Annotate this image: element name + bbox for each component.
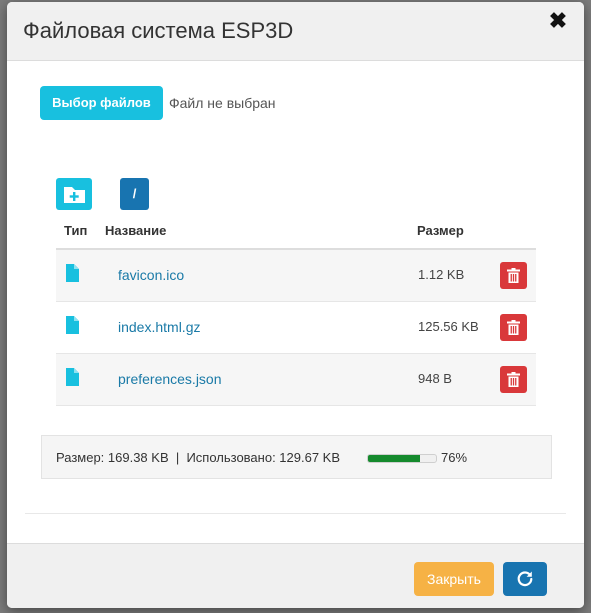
storage-percent: 76% <box>441 450 468 465</box>
divider <box>25 513 566 514</box>
table-row: index.html.gz 125.56 KB <box>56 302 536 354</box>
delete-file-button[interactable] <box>500 262 527 289</box>
filesystem-dialog: Файловая система ESP3D ✖ Выбор файлов Фа… <box>7 2 584 608</box>
table-row: preferences.json 948 B <box>56 354 536 406</box>
file-name-link[interactable]: index.html.gz <box>118 319 200 335</box>
file-size: 1.12 KB <box>418 267 465 282</box>
file-table: favicon.ico 1.12 KB index.html.gz 125.56… <box>56 250 536 406</box>
file-status-text: Файл не выбран <box>169 95 276 111</box>
table-row: favicon.ico 1.12 KB <box>56 250 536 302</box>
file-icon <box>66 316 79 334</box>
dialog-header: Файловая система ESP3D ✖ <box>7 2 584 61</box>
close-icon[interactable]: ✖ <box>548 10 568 32</box>
storage-progress-bar <box>367 454 437 463</box>
file-size: 125.56 KB <box>418 319 479 334</box>
folder-plus-icon <box>64 187 85 203</box>
trash-icon <box>507 372 520 387</box>
file-icon <box>66 368 79 386</box>
dialog-footer: Закрыть <box>7 543 584 608</box>
delete-file-button[interactable] <box>500 314 527 341</box>
column-header-name: Название <box>105 223 167 238</box>
trash-icon <box>507 268 520 283</box>
root-directory-button[interactable]: / <box>120 178 149 210</box>
refresh-icon <box>517 571 533 587</box>
storage-progress-fill <box>368 455 420 462</box>
column-header-type: Тип <box>64 223 88 238</box>
column-header-size: Размер <box>417 223 464 238</box>
close-button[interactable]: Закрыть <box>414 562 494 596</box>
storage-summary: Размер: 169.38 KB | Использовано: 129.67… <box>41 435 552 479</box>
file-name-link[interactable]: favicon.ico <box>118 267 184 283</box>
storage-usage-text: Размер: 169.38 KB | Использовано: 129.67… <box>56 450 341 465</box>
new-folder-button[interactable] <box>56 178 92 210</box>
file-icon <box>66 264 79 282</box>
trash-icon <box>507 320 520 335</box>
dialog-title: Файловая система ESP3D <box>23 18 294 43</box>
file-name-link[interactable]: preferences.json <box>118 371 222 387</box>
refresh-button[interactable] <box>503 562 547 596</box>
delete-file-button[interactable] <box>500 366 527 393</box>
choose-files-button[interactable]: Выбор файлов <box>40 86 163 120</box>
file-size: 948 B <box>418 371 452 386</box>
